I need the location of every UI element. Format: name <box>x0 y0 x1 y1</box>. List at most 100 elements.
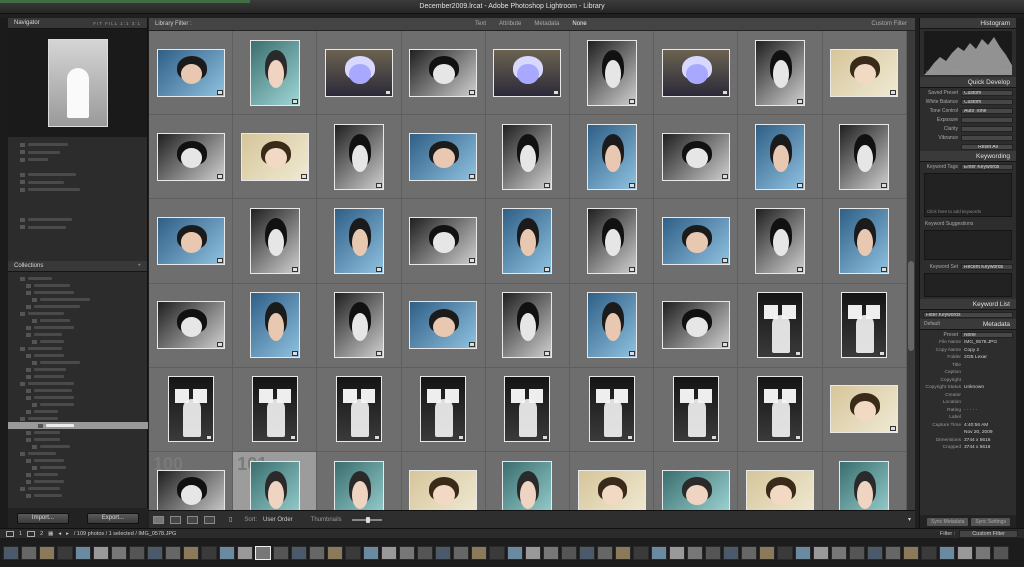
keyword-suggestions-box[interactable] <box>924 230 1012 260</box>
navigator-header[interactable]: Navigator FIT FILL 1:1 3:1 <box>8 18 147 29</box>
collection-row[interactable] <box>20 338 147 345</box>
page-1[interactable]: 1 <box>19 531 22 537</box>
folder-row[interactable] <box>20 141 147 149</box>
photo-thumbnail[interactable] <box>661 132 730 181</box>
edit-badge-icon[interactable] <box>544 351 551 357</box>
collection-row[interactable] <box>20 331 147 338</box>
filmstrip-thumbnail[interactable] <box>525 545 541 560</box>
metadata-value[interactable]: IMG_0578.JPG <box>964 340 997 345</box>
collection-row[interactable] <box>20 324 147 331</box>
collection-row[interactable] <box>20 310 147 317</box>
photo-thumbnail[interactable] <box>504 376 551 443</box>
photo-thumbnail[interactable] <box>839 460 890 510</box>
keyword-list-header[interactable]: Keyword List <box>920 299 1016 310</box>
filmstrip-thumbnail[interactable] <box>669 545 685 560</box>
filmstrip-thumbnail[interactable] <box>201 545 217 560</box>
grid-cell[interactable] <box>233 283 318 368</box>
grid-scrollbar[interactable] <box>907 31 915 510</box>
collection-row[interactable] <box>20 387 147 394</box>
page-2[interactable]: 2 <box>40 531 43 537</box>
keyword-tags-dropdown[interactable]: Enter Keywords <box>961 163 1013 170</box>
filmstrip-thumbnail[interactable] <box>417 545 433 560</box>
edit-badge-icon[interactable] <box>721 342 728 348</box>
grid-cell[interactable] <box>401 367 486 452</box>
photo-thumbnail[interactable] <box>754 123 805 190</box>
photo-thumbnail[interactable] <box>493 48 562 97</box>
filmstrip-thumbnail[interactable] <box>363 545 379 560</box>
folder-row[interactable] <box>20 194 147 202</box>
photo-thumbnail[interactable] <box>577 469 646 510</box>
metadata-value[interactable]: 4:40:56 AM <box>964 423 988 428</box>
edit-badge-icon[interactable] <box>544 266 551 272</box>
photo-thumbnail[interactable] <box>586 292 637 359</box>
filmstrip-thumbnail[interactable] <box>993 545 1009 560</box>
filmstrip-thumbnail[interactable] <box>615 545 631 560</box>
grid-cell[interactable] <box>654 283 739 368</box>
grid-cell[interactable] <box>401 283 486 368</box>
photo-thumbnail[interactable] <box>830 385 899 434</box>
filter-metadata[interactable]: Metadata <box>534 21 559 27</box>
grid-cell[interactable] <box>149 115 234 200</box>
collection-row[interactable] <box>20 303 147 310</box>
grid-cell[interactable] <box>401 199 486 284</box>
edit-badge-icon[interactable] <box>721 89 728 95</box>
grid-cell[interactable] <box>569 199 655 284</box>
edit-badge-icon[interactable] <box>469 89 476 95</box>
grid-cell[interactable] <box>149 199 234 284</box>
survey-view-icon[interactable] <box>204 515 215 524</box>
grid-cell[interactable] <box>233 367 318 452</box>
grid-cell[interactable] <box>822 283 907 368</box>
photo-thumbnail[interactable] <box>839 207 890 274</box>
filmstrip-thumbnail[interactable] <box>957 545 973 560</box>
grid-cell[interactable] <box>569 31 655 116</box>
photo-thumbnail[interactable] <box>251 376 298 443</box>
filmstrip-thumbnail[interactable] <box>57 545 73 560</box>
edit-badge-icon[interactable] <box>890 426 897 432</box>
photo-thumbnail[interactable] <box>586 123 637 190</box>
filmstrip-thumbnail[interactable] <box>777 545 793 560</box>
photo-thumbnail[interactable] <box>409 469 478 510</box>
export-button[interactable]: Export... <box>86 512 140 524</box>
navigator-preview[interactable] <box>8 29 147 137</box>
painter-icon[interactable]: ▯ <box>229 516 232 523</box>
grid-cell[interactable] <box>149 367 234 452</box>
grid-cell[interactable] <box>822 199 907 284</box>
filmstrip-thumbnail[interactable] <box>453 545 469 560</box>
filmstrip-thumbnail[interactable] <box>291 545 307 560</box>
metadata-value[interactable]: 2GB Lexar <box>964 355 987 360</box>
collection-row[interactable] <box>20 289 147 296</box>
grid-cell[interactable] <box>569 283 655 368</box>
metadata-value[interactable]: Unknown <box>964 385 984 390</box>
edit-badge-icon[interactable] <box>458 435 465 441</box>
edit-badge-icon[interactable] <box>469 257 476 263</box>
collection-row[interactable] <box>20 275 147 282</box>
filmstrip-thumbnail[interactable] <box>309 545 325 560</box>
grid-cell[interactable] <box>654 451 739 510</box>
metadata-view-dropdown[interactable]: Default <box>924 319 940 329</box>
grid-icon[interactable]: ▦ <box>48 531 53 537</box>
filmstrip-thumbnail[interactable] <box>633 545 649 560</box>
exposure-stepper[interactable] <box>961 116 1013 123</box>
sync-metadata-button[interactable]: Sync Metadata <box>927 517 969 526</box>
photo-thumbnail[interactable] <box>839 123 890 190</box>
folder-row[interactable] <box>20 216 147 224</box>
photo-thumbnail[interactable] <box>661 48 730 97</box>
thumbnail-size-knob[interactable] <box>365 516 370 523</box>
grid-cell[interactable] <box>485 283 570 368</box>
filmstrip-thumbnail[interactable] <box>93 545 109 560</box>
edit-badge-icon[interactable] <box>628 98 635 104</box>
compare-view-icon[interactable] <box>187 515 198 524</box>
photo-thumbnail[interactable] <box>156 216 225 265</box>
import-button[interactable]: Import... <box>16 512 69 524</box>
filmstrip-thumbnail[interactable] <box>489 545 505 560</box>
collection-row[interactable] <box>20 443 147 450</box>
photo-thumbnail[interactable] <box>409 216 478 265</box>
grid-cell[interactable] <box>822 451 907 510</box>
toolbar-menu-icon[interactable]: ▾ <box>908 516 911 523</box>
photo-thumbnail[interactable] <box>324 48 393 97</box>
grid-cell[interactable] <box>233 199 318 284</box>
auto-tone-button[interactable]: Auto Tone <box>961 107 1013 114</box>
metadata-header[interactable]: Default Metadata <box>920 319 1016 330</box>
sort-order-dropdown[interactable]: User Order <box>263 517 293 523</box>
filter-dropdown[interactable]: Custom Filter <box>959 529 1018 538</box>
